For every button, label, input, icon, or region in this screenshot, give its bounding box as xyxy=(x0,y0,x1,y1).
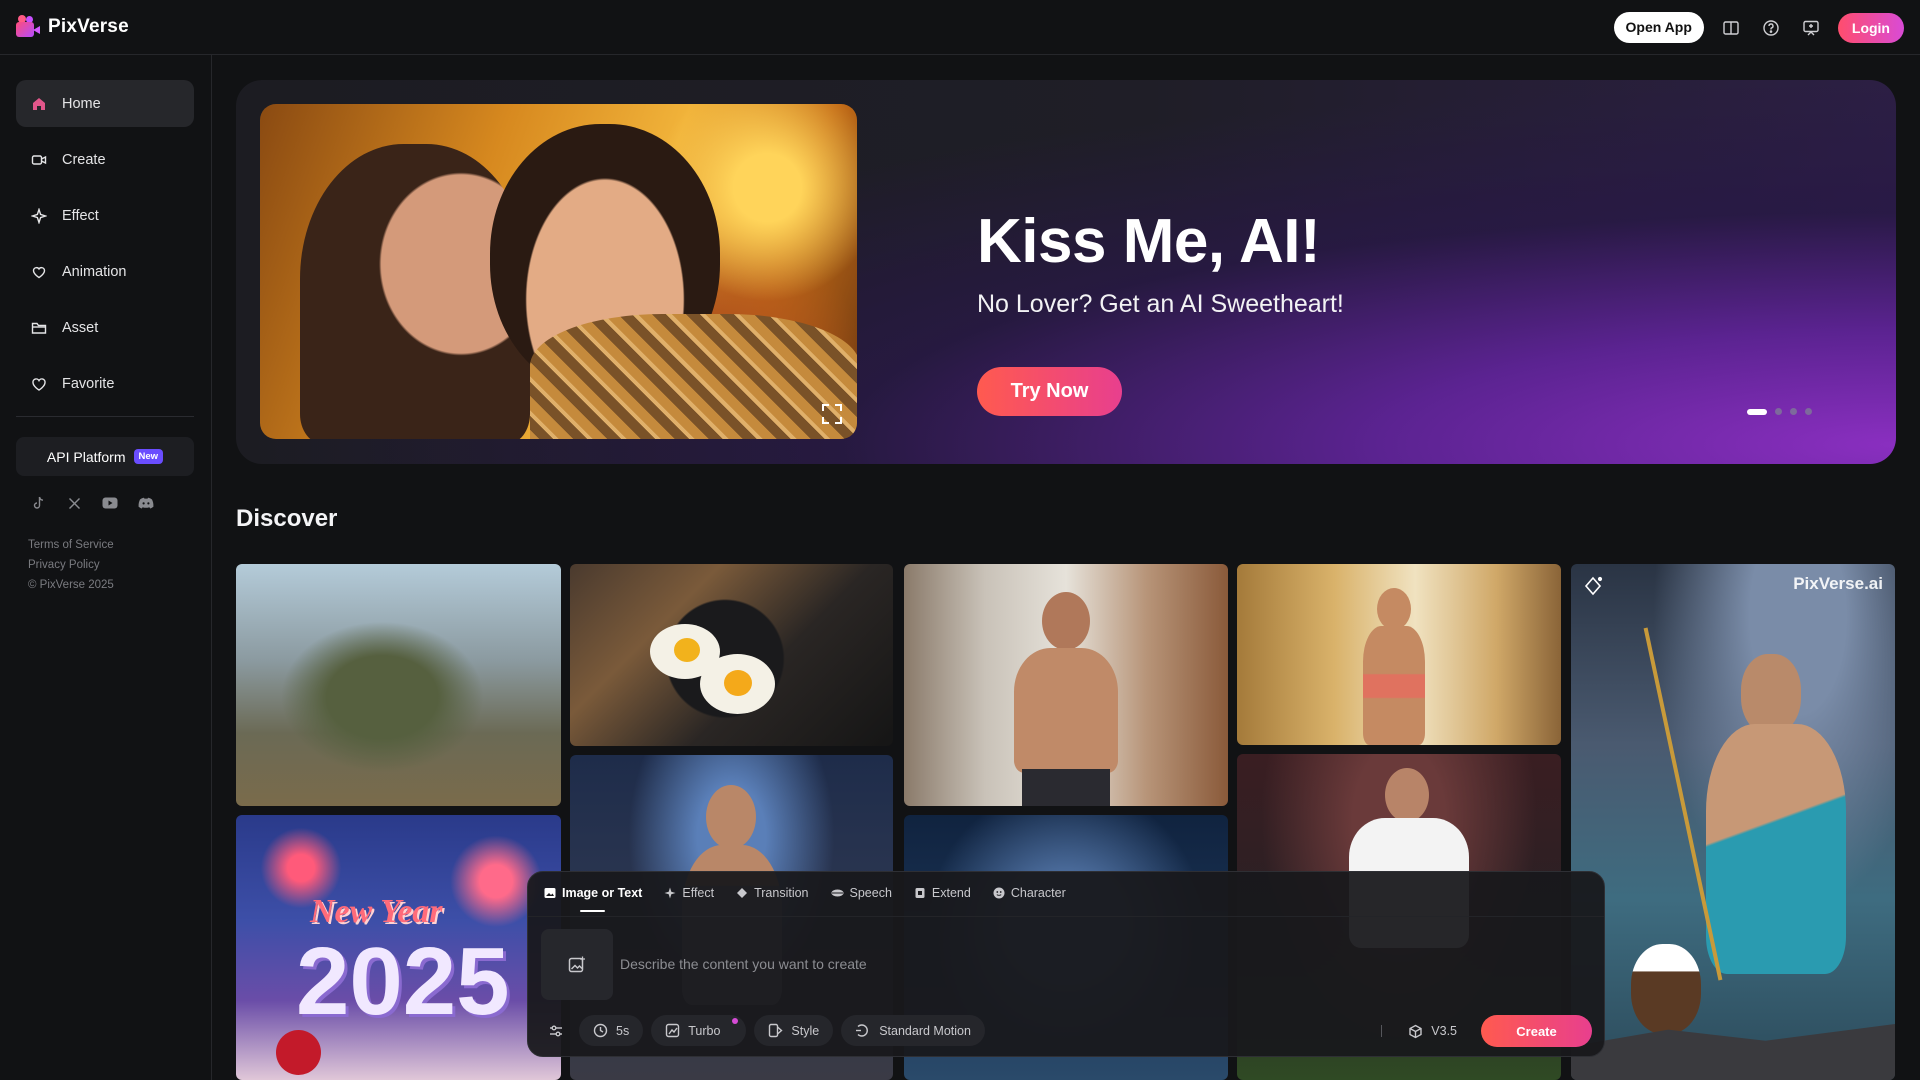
sidebar-item-label: Animation xyxy=(62,263,127,280)
sidebar-item-label: Effect xyxy=(62,207,99,224)
sparkle-icon xyxy=(30,207,48,225)
discover-title: Discover xyxy=(236,505,338,532)
panel-actions: V3.5 Create xyxy=(1381,1015,1592,1047)
carousel-dot[interactable] xyxy=(1790,408,1797,415)
new-year-text: New Year xyxy=(310,893,443,930)
youtube-icon[interactable] xyxy=(102,495,118,511)
quality-select[interactable]: Turbo xyxy=(651,1015,747,1046)
style-select[interactable]: Style xyxy=(754,1015,834,1046)
tab-extend[interactable]: Extend xyxy=(914,886,971,900)
discover-card-soldier[interactable] xyxy=(236,564,561,806)
style-icon xyxy=(769,1023,783,1038)
extend-icon xyxy=(915,888,925,898)
monitor-icon[interactable] xyxy=(1798,15,1824,41)
folder-icon xyxy=(30,319,48,337)
generation-controls: 5s Turbo Style Standard Motion xyxy=(540,1015,985,1046)
hero-image[interactable] xyxy=(260,104,857,439)
year-2025-text: 2025 xyxy=(296,928,510,1035)
image-upload-button[interactable] xyxy=(541,929,613,1000)
cube-icon xyxy=(1409,1024,1422,1038)
tiktok-icon[interactable] xyxy=(30,495,46,511)
x-icon[interactable] xyxy=(66,495,82,511)
model-version-select[interactable]: V3.5 xyxy=(1408,1024,1457,1039)
sliders-icon xyxy=(549,1025,562,1036)
new-badge: New xyxy=(133,449,164,464)
diamond-icon xyxy=(737,888,748,898)
settings-button[interactable] xyxy=(540,1015,571,1046)
duration-select[interactable]: 5s xyxy=(579,1015,644,1046)
privacy-link[interactable]: Privacy Policy xyxy=(28,555,114,575)
sidebar-item-animation[interactable]: Animation xyxy=(16,248,194,295)
home-icon xyxy=(30,95,48,113)
fullscreen-icon[interactable] xyxy=(821,403,843,425)
motion-icon xyxy=(856,1024,869,1037)
tab-image-or-text[interactable]: Image or Text xyxy=(544,886,642,912)
hero-title: Kiss Me, AI! xyxy=(977,207,1321,276)
prompt-panel: Image or Text Effect Transition Speech E… xyxy=(527,871,1605,1057)
heart-hands-icon xyxy=(30,263,48,281)
sidebar: Home Create Effect Animation Asset Favor… xyxy=(0,55,212,1080)
prompt-input[interactable]: Describe the content you want to create xyxy=(620,956,867,972)
panel-divider xyxy=(528,916,1604,917)
upload-image-icon xyxy=(568,956,585,972)
image-icon xyxy=(544,888,556,898)
character-icon xyxy=(993,887,1005,899)
discover-card-new-year[interactable]: New Year 2025 xyxy=(236,815,561,1080)
legal-links: Terms of Service Privacy Policy © PixVer… xyxy=(28,535,114,595)
carousel-dots xyxy=(1747,408,1812,415)
api-platform-label: API Platform xyxy=(46,448,126,465)
sidebar-item-create[interactable]: Create xyxy=(16,136,194,183)
carousel-dot[interactable] xyxy=(1805,408,1812,415)
premium-indicator xyxy=(732,1018,739,1024)
carousel-dot[interactable] xyxy=(1775,408,1782,415)
motion-select[interactable]: Standard Motion xyxy=(841,1015,985,1046)
logo-icon xyxy=(16,15,40,39)
sidebar-item-effect[interactable]: Effect xyxy=(16,192,194,239)
book-icon[interactable] xyxy=(1718,15,1744,41)
video-icon xyxy=(30,151,48,169)
tab-speech[interactable]: Speech xyxy=(831,886,892,900)
tab-transition[interactable]: Transition xyxy=(736,886,809,900)
hero-banner: Kiss Me, AI! No Lover? Get an AI Sweethe… xyxy=(236,80,1896,464)
sidebar-nav: Home Create Effect Animation Asset Favor… xyxy=(16,80,194,416)
create-button[interactable]: Create xyxy=(1481,1015,1592,1047)
hero-subtitle: No Lover? Get an AI Sweetheart! xyxy=(977,290,1344,318)
sidebar-item-label: Home xyxy=(62,95,101,112)
login-button[interactable]: Login xyxy=(1837,12,1904,43)
tab-character[interactable]: Character xyxy=(993,886,1066,900)
pixverse-watermark: PixVerse.ai xyxy=(1793,574,1883,593)
discover-card-street-man[interactable] xyxy=(904,564,1228,806)
api-platform-button[interactable]: API Platform New xyxy=(16,437,194,476)
discover-card-street-woman[interactable] xyxy=(1237,564,1561,745)
copyright-text: © PixVerse 2025 xyxy=(28,579,114,591)
clock-icon xyxy=(593,1023,608,1038)
separator xyxy=(1381,1025,1383,1037)
discover-card-fried-eggs[interactable] xyxy=(570,564,893,746)
turbo-icon xyxy=(666,1023,680,1038)
sidebar-item-label: Create xyxy=(62,151,106,168)
generation-mode-tabs: Image or Text Effect Transition Speech E… xyxy=(544,886,1066,912)
top-bar: PixVerse Open App Login xyxy=(0,0,1920,55)
sidebar-divider xyxy=(16,416,194,417)
terms-link[interactable]: Terms of Service xyxy=(28,535,114,555)
diamond-icon[interactable] xyxy=(1581,574,1605,598)
sparkle-icon xyxy=(664,887,676,899)
sidebar-item-label: Favorite xyxy=(62,375,115,392)
app-name: PixVerse xyxy=(48,16,129,37)
carousel-dot[interactable] xyxy=(1747,408,1767,415)
sidebar-item-label: Asset xyxy=(62,319,99,336)
discover-card-poseidon[interactable]: PixVerse.ai xyxy=(1571,564,1895,1080)
try-now-button[interactable]: Try Now xyxy=(977,367,1122,416)
logo[interactable]: PixVerse xyxy=(16,15,129,39)
tab-effect[interactable]: Effect xyxy=(664,886,714,900)
sidebar-item-favorite[interactable]: Favorite xyxy=(16,360,194,407)
sidebar-item-asset[interactable]: Asset xyxy=(16,304,194,351)
open-app-button[interactable]: Open App xyxy=(1613,12,1704,43)
discord-icon[interactable] xyxy=(138,495,154,511)
heart-icon xyxy=(30,375,48,393)
lips-icon xyxy=(831,889,844,897)
sidebar-item-home[interactable]: Home xyxy=(16,80,194,127)
social-links xyxy=(30,495,154,511)
help-icon[interactable] xyxy=(1758,15,1784,41)
